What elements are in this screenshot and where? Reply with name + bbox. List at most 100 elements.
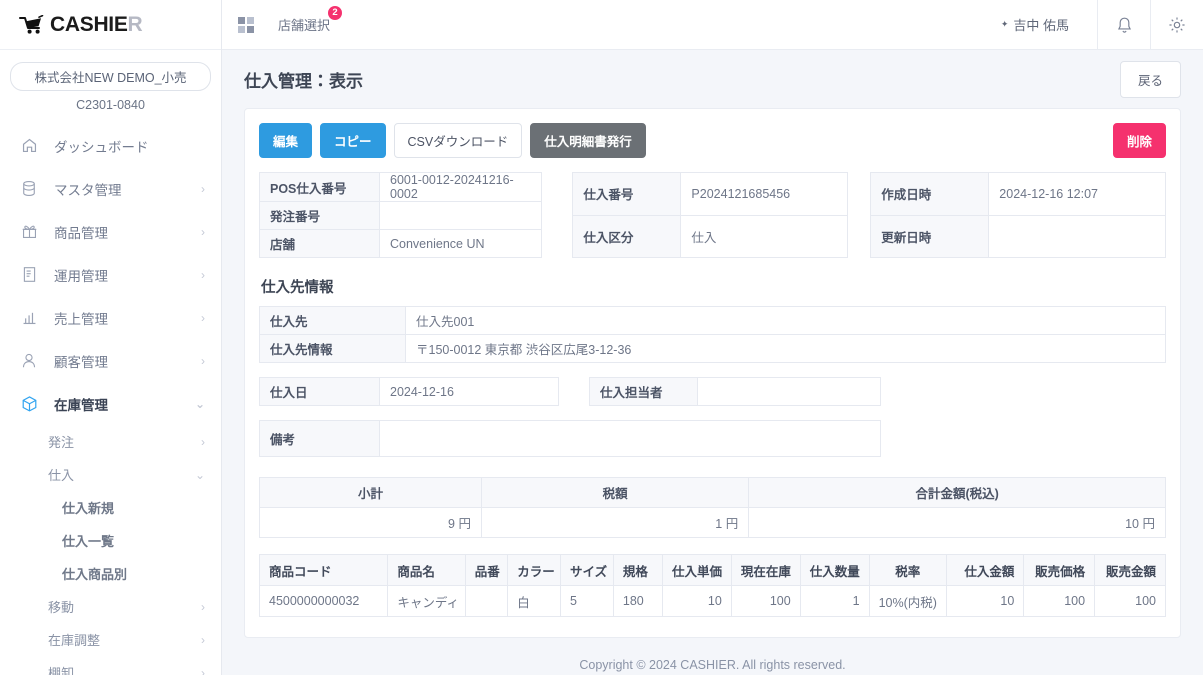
document-icon (18, 264, 40, 286)
sidebar-subitem-label: 仕入一覧 (62, 531, 205, 550)
grid-cell (238, 26, 245, 33)
field-value: 仕入 (681, 215, 848, 258)
brand-name: CASHIER (50, 13, 142, 37)
table-row: 仕入番号 P2024121685456 (573, 173, 848, 216)
sidebar-item-customer[interactable]: 顧客管理 › (0, 339, 221, 382)
user-menu[interactable]: ✦ 吉中 佑馬 (1001, 15, 1097, 34)
issue-statement-button[interactable]: 仕入明細書発行 (530, 123, 646, 158)
sidebar-subitem-purchase-new[interactable]: 仕入新規 (0, 491, 221, 524)
field-value (989, 215, 1166, 258)
sidebar-subitem-stock-adjust[interactable]: 在庫調整 › (0, 623, 221, 656)
chevron-right-icon: › (201, 633, 205, 647)
totals-value-tax: 1 円 (481, 508, 748, 538)
sidebar-subitem-purchase-list[interactable]: 仕入一覧 (0, 524, 221, 557)
cell-color: 白 (508, 586, 561, 617)
sidebar-subitem-transfer[interactable]: 移動 › (0, 590, 221, 623)
cell-spec: 180 (613, 586, 662, 617)
col-header-item-no: 品番 (465, 555, 507, 586)
field-label: 仕入日 (260, 378, 380, 406)
table-row: 仕入先情報 〒150-0012 東京都 渋谷区広尾3-12-36 (260, 335, 1166, 363)
field-label: 更新日時 (871, 215, 989, 258)
field-value: P2024121685456 (681, 173, 848, 216)
field-value (380, 421, 881, 457)
sidebar-item-master[interactable]: マスタ管理 › (0, 167, 221, 210)
sidebar-subitem-stocktaking[interactable]: 棚卸 › (0, 656, 221, 675)
chevron-right-icon: › (201, 182, 205, 196)
sidebar-item-inventory[interactable]: 在庫管理 ⌄ (0, 382, 221, 425)
purchase-info-row: POS仕入番号 6001-0012-20241216-0002 発注番号 店舗 … (259, 172, 1166, 258)
company-info: 株式会社NEW DEMO_小売 C2301-0840 (0, 50, 221, 118)
table-row: 仕入先 仕入先001 (260, 307, 1166, 335)
content-area: 編集 コピー CSVダウンロード 仕入明細書発行 削除 POS仕入番号 6001… (222, 108, 1203, 675)
field-label: POS仕入番号 (260, 173, 380, 202)
notification-button[interactable] (1098, 0, 1150, 50)
field-label: 備考 (260, 421, 380, 457)
sidebar-subitem-label: 発注 (48, 432, 201, 451)
cell-unit-price: 10 (662, 586, 731, 617)
col-header-product-name: 商品名 (388, 555, 465, 586)
grid-cell (247, 26, 254, 33)
sidebar-item-product[interactable]: 商品管理 › (0, 210, 221, 253)
delete-button[interactable]: 削除 (1113, 123, 1166, 158)
sidebar-subitem-order[interactable]: 発注 › (0, 425, 221, 458)
sidebar-item-operation[interactable]: 運用管理 › (0, 253, 221, 296)
field-value: 2024-12-16 12:07 (989, 173, 1166, 216)
grid-cell (247, 17, 254, 24)
action-toolbar: 編集 コピー CSVダウンロード 仕入明細書発行 削除 (259, 123, 1166, 158)
sidebar-item-label: ダッシュボード (54, 136, 205, 156)
sidebar-item-dashboard[interactable]: ダッシュボード (0, 124, 221, 167)
grid-icon[interactable] (238, 17, 256, 33)
sidebar-subitem-purchase[interactable]: 仕入 ⌄ (0, 458, 221, 491)
col-header-current-stock: 現在在庫 (731, 555, 800, 586)
edit-button[interactable]: 編集 (259, 123, 312, 158)
field-value: 2024-12-16 (380, 378, 559, 406)
cell-quantity: 1 (800, 586, 869, 617)
company-name-badge: 株式会社NEW DEMO_小売 (10, 62, 211, 91)
cell-purchase-amount: 10 (946, 586, 1023, 617)
user-name: 吉中 佑馬 (1013, 15, 1069, 34)
table-row: 作成日時 2024-12-16 12:07 (871, 173, 1166, 216)
field-value (698, 378, 881, 406)
field-value: Convenience UN (380, 230, 542, 258)
purchase-info-left-table: POS仕入番号 6001-0012-20241216-0002 発注番号 店舗 … (259, 172, 542, 258)
purchase-date-table: 仕入日 2024-12-16 (259, 377, 559, 406)
field-label: 仕入番号 (573, 173, 681, 216)
chevron-right-icon: › (201, 600, 205, 614)
col-header-product-code: 商品コード (260, 555, 388, 586)
totals-header-grandtotal: 合計金額(税込) (749, 478, 1166, 508)
store-select-button[interactable]: 店舗選択 2 (278, 15, 330, 34)
sidebar-item-sales[interactable]: 売上管理 › (0, 296, 221, 339)
sidebar-item-label: 運用管理 (54, 265, 201, 285)
col-header-sale-amount: 販売金額 (1095, 555, 1166, 586)
brand-logo[interactable]: CASHIER (0, 0, 221, 50)
table-row: 更新日時 (871, 215, 1166, 258)
table-row: POS仕入番号 6001-0012-20241216-0002 (260, 173, 542, 202)
sidebar: CASHIER 株式会社NEW DEMO_小売 C2301-0840 ダッシュボ… (0, 0, 222, 675)
col-header-quantity: 仕入数量 (800, 555, 869, 586)
table-header-row: 小計 税額 合計金額(税込) (260, 478, 1166, 508)
settings-button[interactable] (1151, 0, 1203, 50)
product-table: 商品コード 商品名 品番 カラー サイズ 規格 仕入単価 現在在庫 仕入数量 税… (259, 554, 1166, 617)
topbar: 店舗選択 2 ✦ 吉中 佑馬 (222, 0, 1203, 50)
sidebar-subitem-purchase-by-product[interactable]: 仕入商品別 (0, 557, 221, 590)
purchase-date-row: 仕入日 2024-12-16 仕入担当者 (259, 377, 1166, 406)
totals-header-subtotal: 小計 (260, 478, 482, 508)
gift-icon (18, 221, 40, 243)
sidebar-nav: ダッシュボード マスタ管理 › 商品管理 › (0, 124, 221, 675)
back-button[interactable]: 戻る (1120, 61, 1181, 98)
app-root: CASHIER 株式会社NEW DEMO_小売 C2301-0840 ダッシュボ… (0, 0, 1203, 675)
totals-header-tax: 税額 (481, 478, 748, 508)
sidebar-subitem-label: 在庫調整 (48, 630, 201, 649)
col-header-tax-rate: 税率 (869, 555, 946, 586)
cell-sale-amount: 100 (1095, 586, 1166, 617)
field-label: 作成日時 (871, 173, 989, 216)
chevron-down-icon: ⌄ (195, 468, 205, 482)
table-row: 備考 (260, 421, 881, 457)
table-header-row: 商品コード 商品名 品番 カラー サイズ 規格 仕入単価 現在在庫 仕入数量 税… (260, 555, 1166, 586)
box-icon (18, 393, 40, 415)
purchase-detail-card: 編集 コピー CSVダウンロード 仕入明細書発行 削除 POS仕入番号 6001… (244, 108, 1181, 638)
col-header-sale-price: 販売価格 (1024, 555, 1095, 586)
csv-download-button[interactable]: CSVダウンロード (394, 123, 523, 158)
copy-button[interactable]: コピー (320, 123, 386, 158)
field-label: 店舗 (260, 230, 380, 258)
